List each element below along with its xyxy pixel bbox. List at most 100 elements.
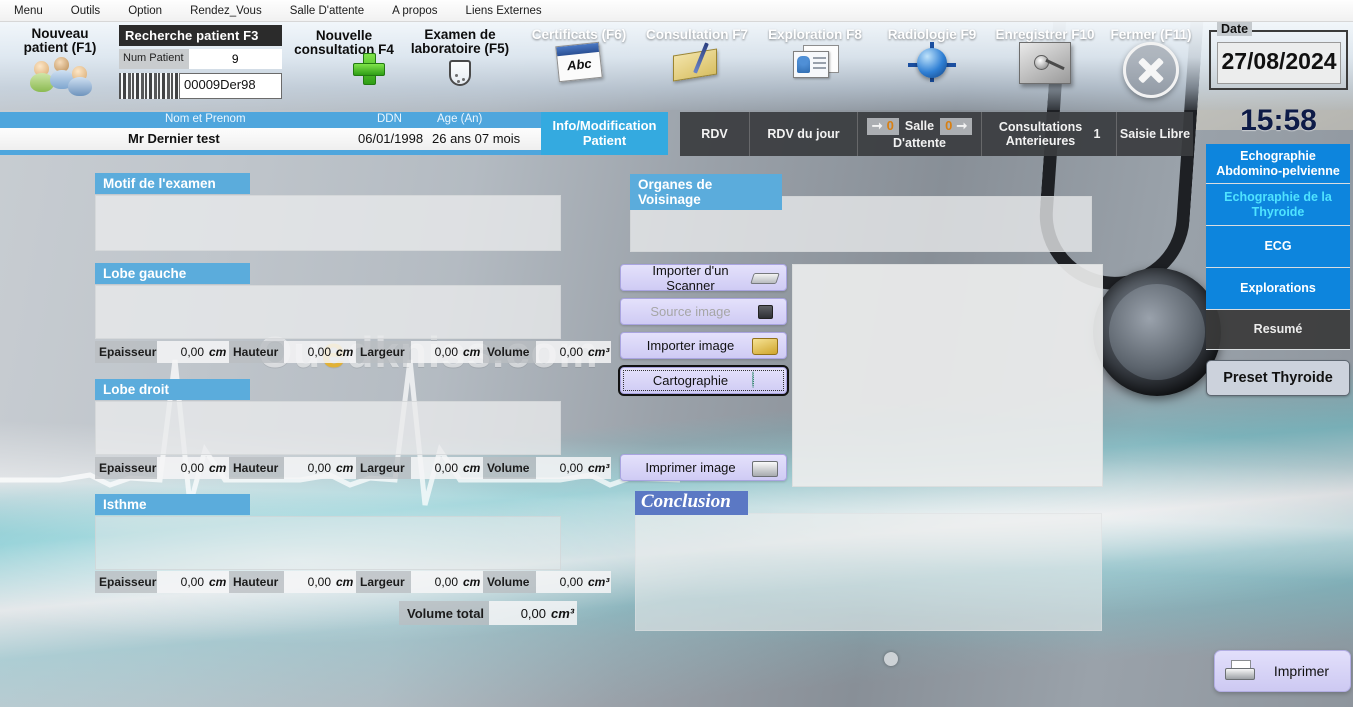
saisie-libre-button[interactable]: Saisie Libre [1117, 112, 1193, 156]
ld-hauteur-label: Hauteur [229, 457, 284, 479]
ld-epaisseur-value[interactable]: 0,00 [157, 457, 207, 479]
sidebar-item-explorations[interactable]: Explorations [1206, 268, 1350, 310]
patient-col-ddn: DDN [377, 113, 402, 125]
menu-item-rendez-vous[interactable]: Rendez_Vous [176, 2, 276, 20]
importer-scanner-label: Importer d'un Scanner [652, 262, 729, 293]
menu-item-outils[interactable]: Outils [57, 2, 114, 20]
sidebar-item-ecg[interactable]: ECG [1206, 226, 1350, 268]
new-consultation-button[interactable]: Nouvelle consultation F4 [289, 28, 399, 85]
consultations-anterieures-button[interactable]: Consultations Anterieures 1 [982, 112, 1117, 156]
ld-volume-label: Volume [483, 457, 536, 479]
new-patient-label: Nouveau patient (F1) [23, 26, 97, 56]
lobe-droit-textarea[interactable] [95, 401, 561, 455]
sidebar-item-resume[interactable]: Resumé [1206, 310, 1350, 350]
info-modification-patient-button[interactable]: Info/Modification Patient [541, 112, 668, 155]
conclusion-textarea[interactable] [635, 513, 1102, 631]
lg-largeur-value[interactable]: 0,00 [411, 341, 461, 363]
is-largeur-value[interactable]: 0,00 [411, 571, 461, 593]
sidebar-item-echographie-thyroide[interactable]: Echographie de la Thyroide [1206, 184, 1350, 226]
rdv-button[interactable]: RDV [680, 112, 750, 156]
menu-item-a-propos[interactable]: A propos [378, 2, 451, 20]
ld-epaisseur-unit: cm [207, 457, 229, 479]
plus-icon [353, 53, 385, 85]
lg-largeur-label: Largeur [356, 341, 411, 363]
radiologie-button[interactable]: Radiologie F9 [874, 27, 990, 83]
num-patient-row: Num Patient 9 [119, 49, 282, 69]
is-epaisseur-value[interactable]: 0,00 [157, 571, 207, 593]
save-button[interactable]: Enregistrer F10 [993, 27, 1097, 85]
ld-hauteur-value[interactable]: 0,00 [284, 457, 334, 479]
image-preview-panel[interactable] [792, 264, 1103, 487]
consultation-button[interactable]: Consultation F7 [637, 27, 757, 82]
volume-total-unit: cm³ [549, 601, 577, 625]
close-button[interactable]: Fermer (F11) [1100, 27, 1202, 99]
date-panel: Date 27/08/2024 [1209, 22, 1348, 90]
patient-col-age: Age (An) [437, 113, 483, 125]
menu-item-menu[interactable]: Menu [0, 2, 57, 20]
volume-total-label: Volume total [399, 601, 489, 625]
num-patient-input[interactable]: 9 [188, 49, 282, 69]
printer-large-icon [1225, 660, 1255, 682]
lab-exam-button[interactable]: Examen de laboratoire (F5) [400, 27, 520, 88]
menu-item-salle-dattente[interactable]: Salle D'attente [276, 2, 378, 20]
lobe-gauche-textarea[interactable] [95, 285, 561, 339]
exploration-label: Exploration F8 [768, 27, 862, 42]
imprimer-image-label: Imprimer image [645, 460, 736, 475]
barcode-icon [119, 73, 179, 99]
volume-total-row: Volume total 0,00 cm³ [399, 601, 577, 625]
certificats-button[interactable]: Certificats (F6) Abc [521, 27, 637, 83]
lg-hauteur-unit: cm [334, 341, 356, 363]
isthme-textarea[interactable] [95, 516, 561, 570]
organes-voisinage-title: Organes de Voisinage [630, 174, 782, 210]
ld-largeur-label: Largeur [356, 457, 411, 479]
patient-ddn: 06/01/1998 [358, 131, 424, 146]
motif-examen-textarea[interactable] [95, 195, 561, 251]
globe-axes-icon [906, 42, 958, 83]
imprimer-image-button[interactable]: Imprimer image [620, 454, 787, 481]
source-image-button: Source image [620, 298, 787, 325]
cartographie-button[interactable]: Cartographie [618, 365, 789, 396]
lobe-droit-title: Lobe droit [95, 379, 250, 400]
document-abc-icon: Abc [555, 41, 603, 83]
ld-volume-value: 0,00 [536, 457, 586, 479]
menu-item-liens-externes[interactable]: Liens Externes [452, 2, 556, 20]
lg-epaisseur-label: Epaisseur [95, 341, 157, 363]
is-hauteur-value[interactable]: 0,00 [284, 571, 334, 593]
rdv-du-jour-button[interactable]: RDV du jour [750, 112, 858, 156]
safe-icon [1019, 42, 1071, 85]
lobe-gauche-measurements: Epaisseur 0,00 cm Hauteur 0,00 cm Largeu… [95, 341, 611, 363]
date-value[interactable]: 27/08/2024 [1217, 42, 1341, 84]
sidebar-item-echographie-abdomino-pelvienne[interactable]: Echographie Abdomino-pelvienne [1206, 144, 1350, 184]
importer-scanner-button[interactable]: Importer d'un Scanner [620, 262, 787, 293]
ld-largeur-unit: cm [461, 457, 483, 479]
ld-largeur-value[interactable]: 0,00 [411, 457, 461, 479]
waiting-out-badge[interactable]: 0 ➞ [940, 117, 973, 135]
salle-label-bottom: D'attente [893, 135, 946, 150]
patient-search-panel: Recherche patient F3 Num Patient 9 00009… [119, 25, 282, 99]
lg-epaisseur-value[interactable]: 0,00 [157, 341, 207, 363]
menu-bar: Menu Outils Option Rendez_Vous Salle D'a… [0, 0, 1353, 22]
volume-total-value: 0,00 [489, 601, 549, 625]
salle-dattente-button[interactable]: ➞ 0 Salle 0 ➞ D'attente [858, 112, 982, 156]
patient-table-row[interactable]: Mr Dernier test 06/01/1998 26 ans 07 moi… [0, 128, 545, 150]
image-source-icon [752, 303, 778, 321]
menu-item-option[interactable]: Option [114, 2, 176, 20]
background-shirt-button [884, 652, 898, 666]
waiting-in-badge[interactable]: ➞ 0 [866, 117, 899, 135]
certificats-label: Certificats (F6) [531, 27, 627, 42]
close-label: Fermer (F11) [1110, 27, 1192, 42]
lg-hauteur-value[interactable]: 0,00 [284, 341, 334, 363]
lobe-gauche-title: Lobe gauche [95, 263, 250, 284]
new-patient-button[interactable]: Nouveau patient (F1) [8, 26, 112, 97]
barcode-input[interactable]: 00009Der98 [179, 73, 282, 99]
main-toolbar: Nouveau patient (F1) Recherche patient F… [0, 22, 1353, 110]
importer-image-button[interactable]: Importer image [620, 332, 787, 359]
imprimer-button[interactable]: Imprimer [1214, 650, 1351, 692]
is-volume-label: Volume [483, 571, 536, 593]
patient-table-header: Nom et Prenom DDN Age (An) [0, 112, 545, 128]
cartographie-icon [752, 370, 778, 390]
exploration-button[interactable]: Exploration F8 [757, 27, 873, 80]
lg-volume-label: Volume [483, 341, 536, 363]
preset-thyroide-button[interactable]: Preset Thyroide [1206, 360, 1350, 396]
lg-hauteur-label: Hauteur [229, 341, 284, 363]
